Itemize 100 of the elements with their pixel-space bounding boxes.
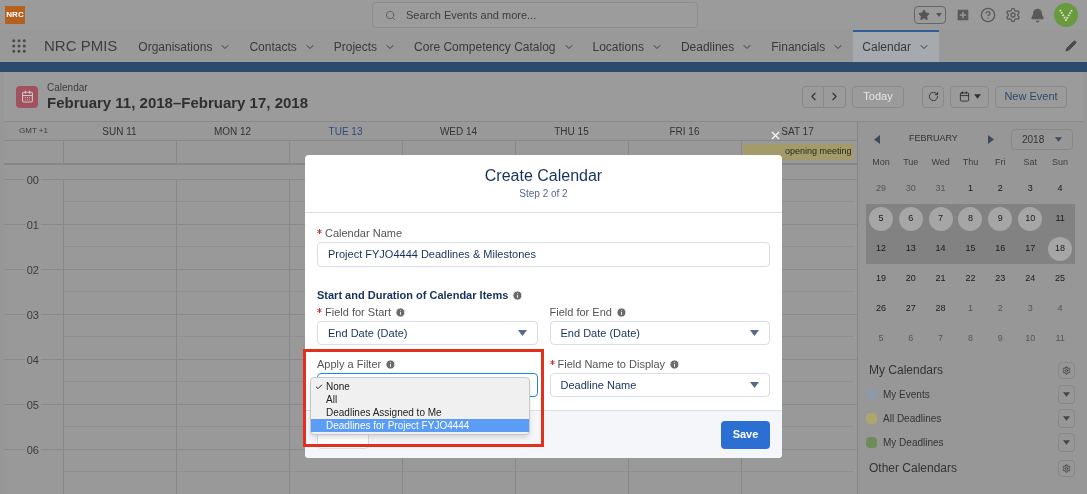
nav-tab[interactable]: Locations xyxy=(583,30,672,62)
save-button[interactable]: Save xyxy=(721,420,770,449)
date-cell[interactable]: 1 xyxy=(958,297,983,321)
logo[interactable]: NRC xyxy=(5,6,25,24)
settings-button[interactable] xyxy=(1058,361,1075,379)
next-month-icon[interactable] xyxy=(987,134,994,144)
nav-tab[interactable]: Organisations xyxy=(129,30,241,62)
date-cell[interactable]: 12 xyxy=(868,237,893,261)
day-header: THU 15 xyxy=(554,124,589,139)
event-chip[interactable]: opening meeting xyxy=(743,144,853,160)
select-field[interactable]: End Date (Date) xyxy=(549,321,770,345)
timezone-label: GMT +1 xyxy=(19,125,48,137)
dropdown-option[interactable]: Deadlines Assigned to Me xyxy=(311,406,529,419)
calendar-menu-button[interactable] xyxy=(1058,432,1075,452)
bell-icon[interactable] xyxy=(1030,7,1045,23)
date-cell[interactable]: 10 xyxy=(1018,327,1043,351)
calendar-name[interactable]: All Deadlines xyxy=(883,410,942,426)
dropdown-option[interactable]: None xyxy=(311,380,529,393)
date-cell[interactable]: 2 xyxy=(988,177,1013,201)
date-cell[interactable]: 27 xyxy=(898,297,923,321)
calendar-name[interactable]: My Deadlines xyxy=(883,434,944,450)
date-cell[interactable]: 25 xyxy=(1048,267,1073,291)
date-cell[interactable]: 4 xyxy=(1048,177,1073,201)
caret-icon xyxy=(1063,391,1070,397)
nav-tab[interactable]: Contacts xyxy=(240,30,325,62)
previous-month-icon[interactable] xyxy=(874,134,880,144)
edit-icon[interactable] xyxy=(1065,40,1077,52)
calendar-icon xyxy=(958,91,970,102)
nav-tab[interactable]: Financials xyxy=(762,30,854,62)
calendar-menu-button[interactable] xyxy=(1058,384,1075,404)
previous-button[interactable] xyxy=(802,85,824,108)
avatar[interactable] xyxy=(1054,3,1078,27)
select-field[interactable]: End Date (Date) xyxy=(317,321,538,345)
date-cell[interactable]: 6 xyxy=(898,327,923,351)
date-cell[interactable]: 21 xyxy=(928,267,953,291)
calendar-menu-button[interactable] xyxy=(1058,408,1075,428)
settings-icon[interactable] xyxy=(1005,7,1021,23)
weekday-label: Fri xyxy=(994,156,1007,170)
view-menu-button[interactable] xyxy=(950,85,989,108)
star-icon xyxy=(918,9,930,21)
help-icon[interactable] xyxy=(980,7,996,23)
caret-icon xyxy=(936,13,942,17)
check-icon xyxy=(314,382,323,391)
date-cell[interactable]: 28 xyxy=(928,297,953,321)
favorites-button[interactable] xyxy=(914,6,946,24)
weekday-label: Tue xyxy=(902,156,920,170)
weekday-label: Sat xyxy=(1022,156,1038,170)
nav-tab[interactable]: Deadlines xyxy=(671,30,763,62)
close-icon[interactable] xyxy=(769,129,782,142)
input-field[interactable]: Project FYJO4444 Deadlines & Milestones xyxy=(317,242,770,267)
dropdown-option[interactable]: Deadlines for Project FYJO4444 xyxy=(311,419,529,432)
refresh-button[interactable] xyxy=(922,85,944,108)
date-cell[interactable]: 22 xyxy=(958,267,983,291)
dropdown-option[interactable]: All xyxy=(311,393,529,406)
day-header: WED 14 xyxy=(439,124,478,139)
date-cell[interactable]: 10 xyxy=(1018,207,1043,231)
nav-tab[interactable]: Core Competency Catalog xyxy=(405,30,584,62)
date-cell[interactable]: 13 xyxy=(898,237,923,261)
new-event-button[interactable]: New Event xyxy=(995,85,1067,108)
date-cell[interactable]: 11 xyxy=(1048,327,1073,351)
day-header: SAT 17 xyxy=(781,124,814,139)
date-cell[interactable]: 31 xyxy=(928,177,953,201)
caret-icon xyxy=(750,382,759,388)
app-launcher-icon[interactable] xyxy=(10,37,28,55)
nav-tab[interactable]: Calendar xyxy=(853,30,939,62)
section-title: My Calendars xyxy=(869,362,944,379)
year-select[interactable]: 2018 xyxy=(1011,128,1073,150)
caret-icon xyxy=(973,94,981,99)
field-label: Field for Start xyxy=(325,304,392,320)
info-icon xyxy=(512,289,524,301)
date-cell[interactable]: 18 xyxy=(1048,237,1073,261)
weekday-label: Thu xyxy=(961,156,980,170)
date-cell[interactable]: 6 xyxy=(898,207,923,231)
date-cell[interactable]: 19 xyxy=(868,267,893,291)
date-cell[interactable]: 16 xyxy=(988,237,1013,261)
next-button[interactable] xyxy=(824,85,846,108)
search-field[interactable]: Search Events and more... xyxy=(372,2,698,28)
date-cell[interactable]: 11 xyxy=(1048,207,1073,231)
date-cell[interactable]: 1 xyxy=(958,177,983,201)
date-cell[interactable]: 3 xyxy=(1018,177,1043,201)
date-cell[interactable]: 9 xyxy=(988,327,1013,351)
date-cell[interactable]: 7 xyxy=(928,207,953,231)
date-cell[interactable]: 5 xyxy=(868,207,893,231)
date-cell[interactable]: 5 xyxy=(868,327,893,351)
date-cell[interactable]: 26 xyxy=(868,297,893,321)
date-cell[interactable]: 9 xyxy=(988,207,1013,231)
plus-icon[interactable] xyxy=(955,7,971,23)
date-cell[interactable]: 29 xyxy=(868,177,893,201)
date-cell[interactable]: 15 xyxy=(958,237,983,261)
nav-tab[interactable]: Projects xyxy=(324,30,406,62)
date-cell[interactable]: 14 xyxy=(928,237,953,261)
date-cell[interactable]: 20 xyxy=(898,267,923,291)
weekday-label: Wed xyxy=(930,156,951,170)
settings-button[interactable] xyxy=(1058,459,1075,477)
select-field[interactable]: Deadline Name xyxy=(549,373,770,397)
date-cell[interactable]: 17 xyxy=(1018,237,1043,261)
date-cell[interactable]: 8 xyxy=(958,207,983,231)
calendar-name[interactable]: My Events xyxy=(883,386,930,402)
date-cell[interactable]: 24 xyxy=(1018,267,1043,291)
date-cell[interactable]: 23 xyxy=(988,267,1013,291)
